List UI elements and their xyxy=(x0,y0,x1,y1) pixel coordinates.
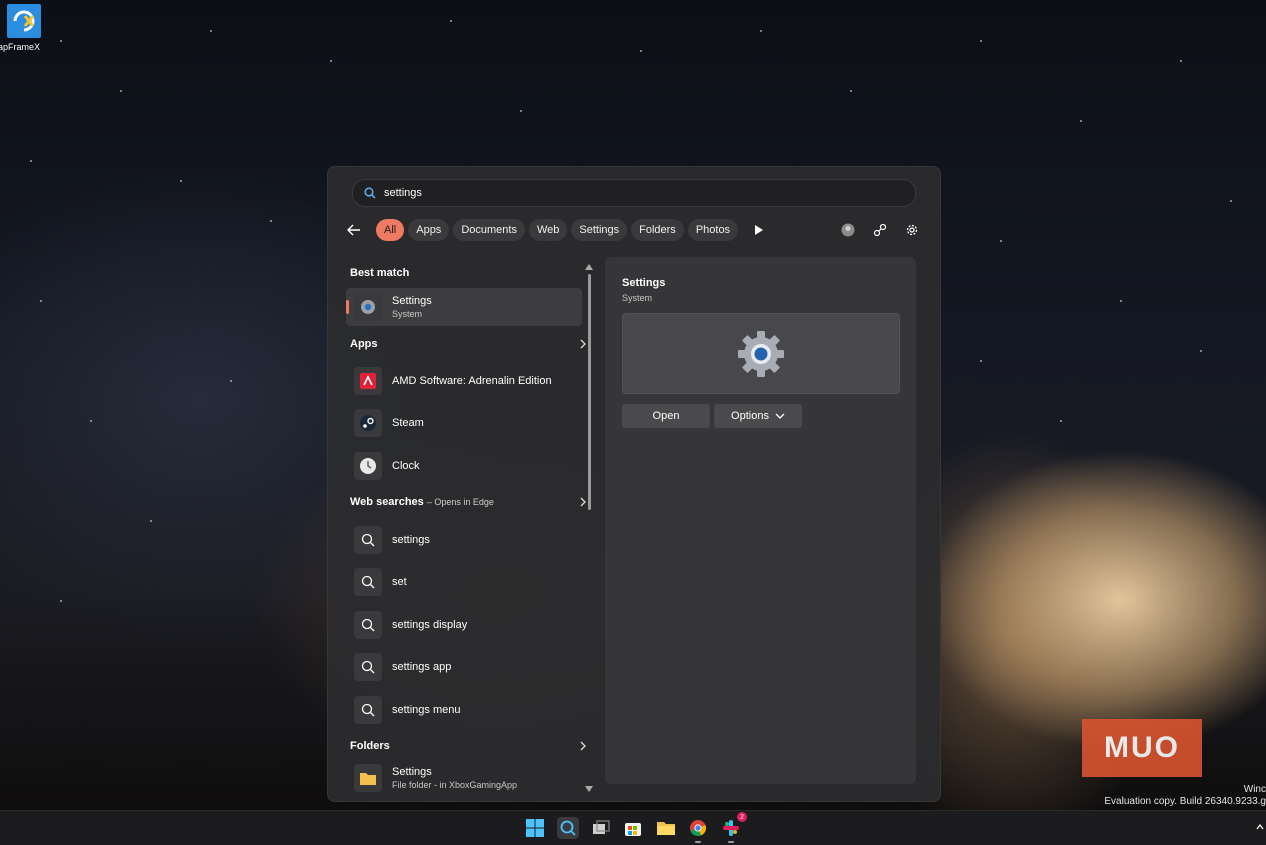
slack-icon[interactable]: 2 xyxy=(720,812,747,843)
search-input[interactable] xyxy=(382,186,886,200)
filter-documents[interactable]: Documents xyxy=(453,219,525,241)
filter-apps[interactable]: Apps xyxy=(408,219,450,241)
more-filters-icon[interactable] xyxy=(748,219,770,241)
preview-subtitle: System xyxy=(622,293,653,303)
folders-chevron-icon[interactable] xyxy=(578,741,588,751)
back-arrow-icon[interactable] xyxy=(343,219,365,241)
list-item[interactable]: settings display xyxy=(346,606,582,644)
folder-icon xyxy=(354,764,382,792)
scroll-down-arrow-icon[interactable] xyxy=(585,786,593,792)
list-item[interactable]: AMD Software: Adrenalin Edition xyxy=(346,362,582,400)
search-box[interactable] xyxy=(352,179,916,207)
results-scrollbar[interactable] xyxy=(588,274,591,510)
preview-title: Settings xyxy=(622,277,666,289)
list-item[interactable]: settings app xyxy=(346,648,582,686)
settings-gear-icon xyxy=(738,330,784,377)
search-icon xyxy=(354,568,382,596)
filter-photos[interactable]: Photos xyxy=(687,219,739,241)
filter-bar: All Apps Documents Web Settings Folders … xyxy=(343,218,770,242)
search-icon[interactable] xyxy=(557,817,579,839)
filter-settings[interactable]: Settings xyxy=(571,219,628,241)
search-icon xyxy=(364,187,376,199)
capframex-icon xyxy=(7,4,41,38)
taskbar: 2 xyxy=(0,810,1266,845)
results-list: Best match Settings System Apps AMD Softw… xyxy=(342,261,594,797)
list-item[interactable]: settings xyxy=(346,521,582,559)
evaluation-watermark: Winc Evaluation copy. Build 26340.9233.g xyxy=(1104,784,1266,807)
web-chevron-icon[interactable] xyxy=(578,497,588,507)
search-icon xyxy=(354,696,382,724)
web-searches-heading: Web searches – Opens in Edge xyxy=(350,496,494,508)
apps-heading: Apps xyxy=(350,338,378,350)
scroll-up-arrow-icon[interactable] xyxy=(585,264,593,270)
filter-folders[interactable]: Folders xyxy=(631,219,684,241)
desktop-shortcut-label: apFrameX xyxy=(0,42,41,52)
preview-pane: Settings System Open Options xyxy=(605,257,916,784)
chevron-down-icon xyxy=(775,413,785,419)
search-icon xyxy=(354,611,382,639)
muo-logo: MUO xyxy=(1082,719,1202,777)
amd-icon xyxy=(354,367,382,395)
gear-icon[interactable] xyxy=(902,220,922,240)
search-icon xyxy=(354,653,382,681)
filter-all[interactable]: All xyxy=(376,219,405,241)
chrome-icon[interactable] xyxy=(687,817,709,843)
list-item[interactable]: Clock xyxy=(346,447,582,485)
apps-chevron-icon[interactable] xyxy=(578,339,588,349)
file-explorer-icon[interactable] xyxy=(655,817,677,839)
preview-hero xyxy=(622,313,900,394)
windows-start-icon[interactable] xyxy=(524,817,546,839)
list-item[interactable]: set xyxy=(346,563,582,601)
open-button[interactable]: Open xyxy=(622,404,710,428)
list-item[interactable]: Steam xyxy=(346,404,582,442)
task-view-icon[interactable] xyxy=(590,817,612,839)
avatar[interactable] xyxy=(838,220,858,240)
filter-web[interactable]: Web xyxy=(528,219,568,241)
store-icon[interactable] xyxy=(622,817,644,839)
desktop-shortcut[interactable]: apFrameX xyxy=(0,4,48,52)
options-button[interactable]: Options xyxy=(714,404,802,428)
folders-heading: Folders xyxy=(350,740,390,752)
search-toolbar xyxy=(838,220,922,240)
list-item[interactable]: Settings File folder - in XboxGamingApp xyxy=(346,759,582,797)
start-search-panel: All Apps Documents Web Settings Folders … xyxy=(327,166,941,802)
best-match-heading: Best match xyxy=(350,267,410,279)
settings-app-icon xyxy=(354,293,382,321)
list-item[interactable]: settings menu xyxy=(346,691,582,729)
clock-icon xyxy=(354,452,382,480)
steam-icon xyxy=(354,409,382,437)
chevron-up-icon[interactable] xyxy=(1256,824,1264,830)
notification-badge: 2 xyxy=(737,812,747,822)
search-icon xyxy=(354,526,382,554)
share-icon[interactable] xyxy=(870,220,890,240)
best-match-item[interactable]: Settings System xyxy=(346,288,582,326)
